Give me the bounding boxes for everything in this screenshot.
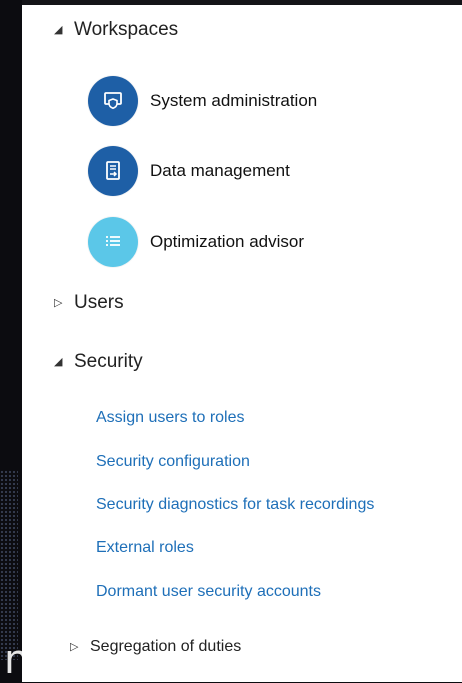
security-header[interactable]: ◢ Security [54,351,143,373]
navigation-panel: ◢ Workspaces System administration Data … [22,5,462,682]
shield-monitor-icon [88,76,138,126]
section-title-workspaces: Workspaces [74,19,179,40]
workspace-label: Optimization advisor [150,232,305,251]
expanded-triangle-icon: ◢ [54,23,63,36]
expanded-triangle-icon: ◢ [54,355,63,368]
document-transfer-icon [88,146,138,196]
segregation-of-duties-header[interactable]: ▷ Segregation of duties [70,638,241,656]
workspace-item-system-administration[interactable]: System administration [88,76,317,126]
subsection-title: Segregation of duties [90,638,242,655]
collapsed-triangle-icon: ▷ [54,296,63,309]
workspace-label: Data management [150,161,290,180]
section-title-users: Users [74,292,124,313]
link-external-roles[interactable]: External roles [96,539,194,557]
collapsed-triangle-icon: ▷ [70,640,79,653]
workspace-label: System administration [150,91,318,110]
link-security-diagnostics[interactable]: Security diagnostics for task recordings [96,496,374,514]
workspaces-header[interactable]: ◢ Workspaces [54,19,178,41]
workspace-item-data-management[interactable]: Data management [88,146,290,196]
link-dormant-user-security-accounts[interactable]: Dormant user security accounts [96,583,321,601]
section-title-security: Security [74,351,143,372]
dot-pattern [0,470,18,660]
link-security-configuration[interactable]: Security configuration [96,453,250,471]
users-header[interactable]: ▷ Users [54,292,124,314]
link-assign-users-to-roles[interactable]: Assign users to roles [96,409,245,427]
workspace-item-optimization-advisor[interactable]: Optimization advisor [88,217,304,267]
background-strip: n [0,0,29,682]
checklist-icon [88,217,138,267]
